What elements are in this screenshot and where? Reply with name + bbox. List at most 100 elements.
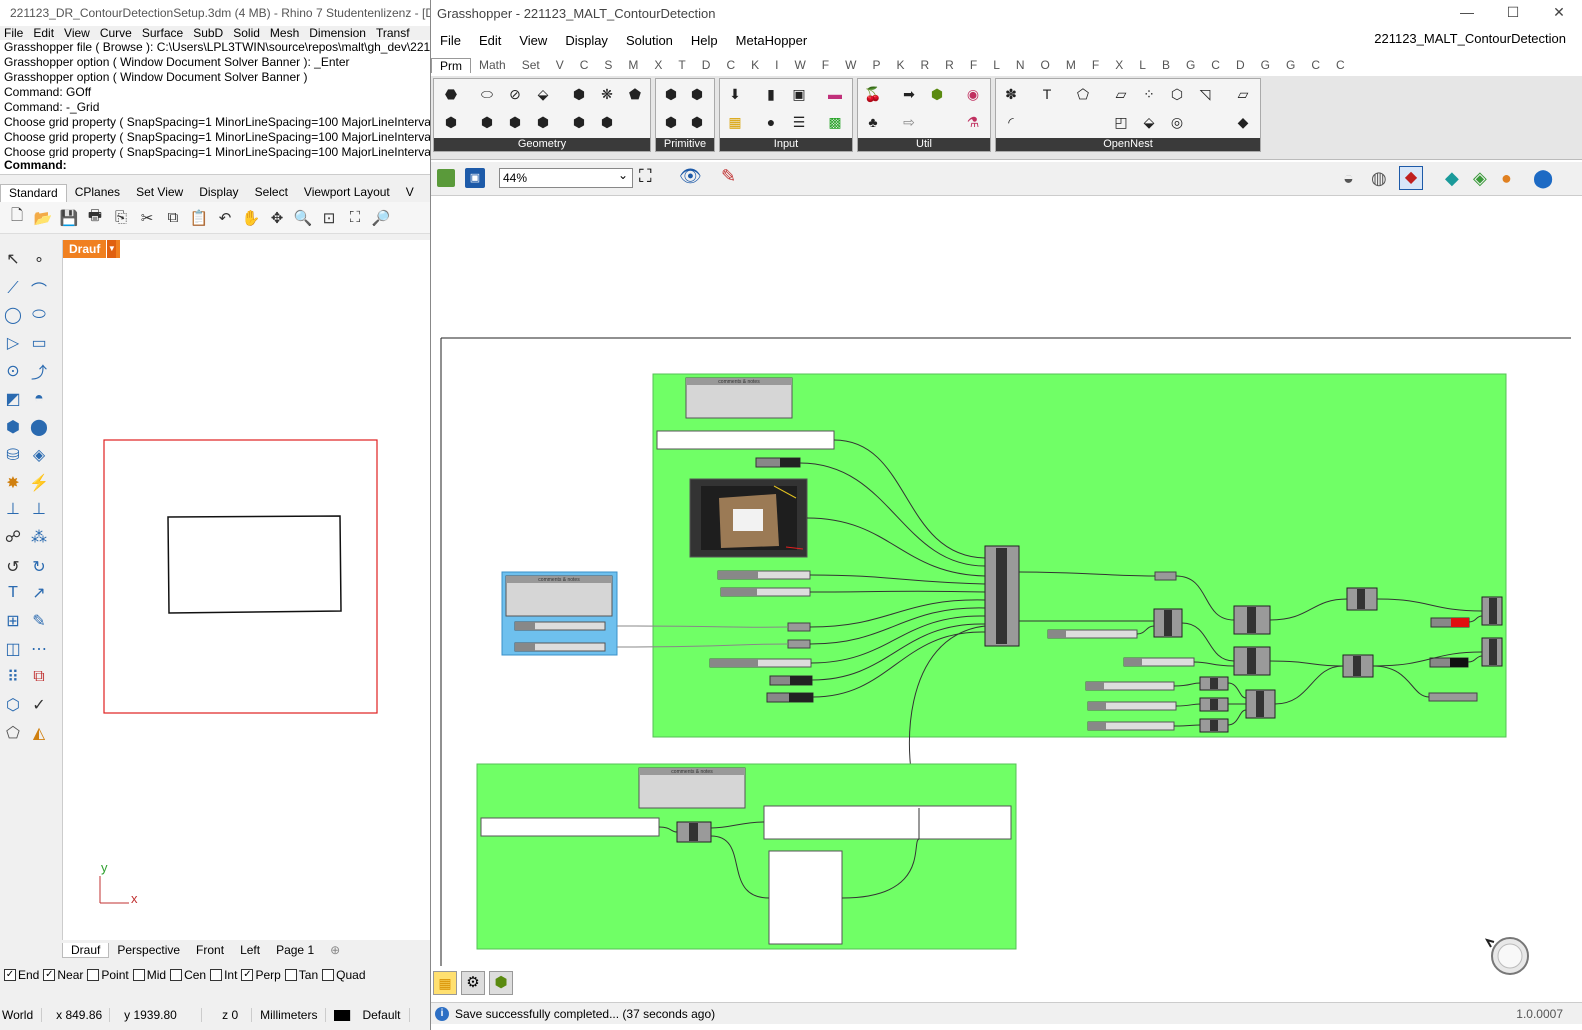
viewport-tab-perspective[interactable]: Perspective [109, 943, 188, 957]
osnap-mid-checkbox[interactable] [132, 969, 145, 981]
rhino-viewport-top[interactable]: Drauf ▼ y x [62, 240, 430, 940]
ribbon-gradient-icon[interactable]: ▬ [824, 83, 846, 105]
text-panel-input[interactable] [480, 817, 660, 837]
param-small-1[interactable] [787, 622, 811, 632]
tab-standard[interactable]: Standard [0, 184, 67, 202]
osnap-point[interactable]: Point [87, 968, 129, 982]
display-options-icon[interactable]: ⬤ [1533, 168, 1553, 189]
ribbon-opennest-tag-icon[interactable]: ⬠ [1072, 83, 1094, 105]
ribbon-flask-icon[interactable]: ⚗ [962, 111, 984, 133]
ribbon-opennest-shape-icon[interactable]: ◰ [1110, 111, 1132, 133]
ribbon-plane-param-icon[interactable]: ⬢ [504, 111, 526, 133]
preview-shaded-icon[interactable]: ◍ [1371, 168, 1387, 189]
point-icon[interactable]: ∘ [28, 248, 50, 270]
status-cplane[interactable]: World [0, 1008, 43, 1022]
ellipse-icon[interactable]: ⬭ [28, 304, 50, 326]
ribbon-text-param-icon[interactable]: ⬢ [686, 111, 708, 133]
ribbon-point-param-icon[interactable]: ⬢ [532, 111, 554, 133]
viewport-tab-left[interactable]: Left [232, 943, 268, 957]
open-file-icon[interactable] [437, 169, 455, 187]
zoom-select[interactable]: 44% [499, 166, 633, 188]
analyze-icon[interactable]: ⬡ [2, 694, 24, 716]
tab-viewport-layout[interactable]: Viewport Layout [296, 184, 398, 202]
gh-tab-12[interactable]: I [767, 58, 786, 72]
gh-tab-11[interactable]: K [743, 58, 767, 72]
split-icon[interactable]: ⚡ [28, 472, 50, 494]
osnap-cen-checkbox[interactable] [170, 969, 183, 981]
polyline-icon[interactable]: ⟋ [2, 278, 24, 300]
ribbon-opennest-box-icon[interactable]: ⬙ [1138, 111, 1160, 133]
gh-tab-25[interactable]: F [1084, 58, 1107, 72]
gh-tab-15[interactable]: W [837, 58, 864, 72]
text-icon[interactable]: T [2, 582, 24, 604]
render-icon[interactable]: ⬠ [2, 722, 24, 744]
gh-menu-file[interactable]: File [431, 33, 470, 48]
ribbon-value-list-icon[interactable]: ☰ [788, 111, 810, 133]
gh-menu-metahopper[interactable]: MetaHopper [727, 33, 817, 48]
ribbon-opennest-ring-icon[interactable]: ◎ [1166, 111, 1188, 133]
viewport-tab-front[interactable]: Front [188, 943, 232, 957]
rectangle-icon[interactable]: ▭ [28, 332, 50, 354]
explode-icon[interactable]: ✸ [2, 472, 24, 494]
gh-tab-16[interactable]: P [864, 58, 888, 72]
component-group-secondary[interactable] [476, 763, 1017, 950]
plugin-gear-icon[interactable]: ⚙ [461, 971, 485, 995]
tab-cplanes[interactable]: CPlanes [67, 184, 128, 202]
ribbon-arrow-outline-icon[interactable]: ⇨ [898, 111, 920, 133]
ribbon-arc-param-icon[interactable]: ⊘ [504, 83, 526, 105]
sketch-icon[interactable]: ✎ [721, 166, 736, 187]
orient-icon[interactable]: ↻ [28, 556, 50, 578]
gh-tab-23[interactable]: O [1033, 58, 1058, 72]
pan-hand-icon[interactable]: ✋ [240, 207, 262, 229]
box-icon[interactable]: ⬢ [2, 416, 24, 438]
ribbon-tree-icon[interactable]: ♣ [862, 111, 884, 133]
ribbon-opennest-text-icon[interactable]: T [1036, 83, 1058, 105]
grid-icon[interactable]: ⋯ [28, 638, 50, 660]
gh-tab-18[interactable]: R [913, 58, 938, 72]
mesh-icon[interactable]: ◈ [28, 444, 50, 466]
ribbon-opennest-extra-icon[interactable]: ◆ [1232, 111, 1254, 133]
gh-tab-30[interactable]: C [1203, 58, 1228, 72]
viewport-tab-page1[interactable]: Page 1 [268, 943, 322, 957]
gh-menu-view[interactable]: View [510, 33, 556, 48]
ribbon-boolean-param-icon[interactable]: ⬢ [660, 83, 682, 105]
gh-tab-19[interactable]: R [937, 58, 962, 72]
gh-tab-20[interactable]: F [962, 58, 985, 72]
gumball-icon[interactable]: ⧉ [28, 666, 50, 688]
gh-document-name[interactable]: 221123_MALT_ContourDetection [1374, 31, 1566, 46]
ribbon-number-param-icon[interactable]: ⬢ [686, 83, 708, 105]
ribbon-group-primitive-label[interactable]: Primitive [656, 138, 714, 151]
ribbon-toggle-icon[interactable]: ▣ [788, 83, 810, 105]
tab-set-view[interactable]: Set View [128, 184, 191, 202]
curve-icon[interactable]: ⌒ [28, 278, 50, 300]
cylinder-icon[interactable]: ⛁ [2, 444, 24, 466]
minimize-button[interactable]: — [1444, 0, 1490, 24]
ribbon-group-geometry-label[interactable]: Geometry [434, 138, 650, 151]
layer-icon[interactable]: ◫ [2, 638, 24, 660]
render-mesh-icon[interactable]: ◈ [1473, 168, 1487, 189]
text-panel-list[interactable] [768, 850, 843, 945]
gh-tab-13[interactable]: W [786, 58, 813, 72]
zoom-extents-icon[interactable]: ⛶ [344, 207, 366, 229]
gh-tab-29[interactable]: G [1178, 58, 1203, 72]
gh-tab-8[interactable]: T [670, 58, 693, 72]
move-icon[interactable]: ⊥ [28, 498, 50, 520]
gh-menu-display[interactable]: Display [556, 33, 617, 48]
tab-overflow[interactable]: V [398, 184, 422, 202]
zoom-extents-icon[interactable]: ⛶ [639, 166, 652, 187]
gh-tab-4[interactable]: C [572, 58, 597, 72]
text-panel-top[interactable] [656, 430, 835, 450]
osnap-tan-checkbox[interactable] [284, 969, 297, 981]
cut-icon[interactable]: ✂ [136, 207, 158, 229]
tab-select[interactable]: Select [247, 184, 296, 202]
text-panel-output[interactable] [763, 805, 1012, 840]
osnap-int[interactable]: Int [210, 968, 237, 982]
gh-tab-0[interactable]: Prm [431, 57, 471, 73]
move-view-icon[interactable]: ✥ [266, 207, 288, 229]
osnap-near-checkbox[interactable]: ✓ [43, 969, 56, 981]
gh-tab-9[interactable]: D [694, 58, 719, 72]
osnap-quad-checkbox[interactable] [322, 969, 335, 981]
ribbon-swatch-icon[interactable]: ▩ [824, 111, 846, 133]
osnap-cen[interactable]: Cen [170, 968, 206, 982]
group-icon[interactable]: ☍ [2, 526, 24, 548]
